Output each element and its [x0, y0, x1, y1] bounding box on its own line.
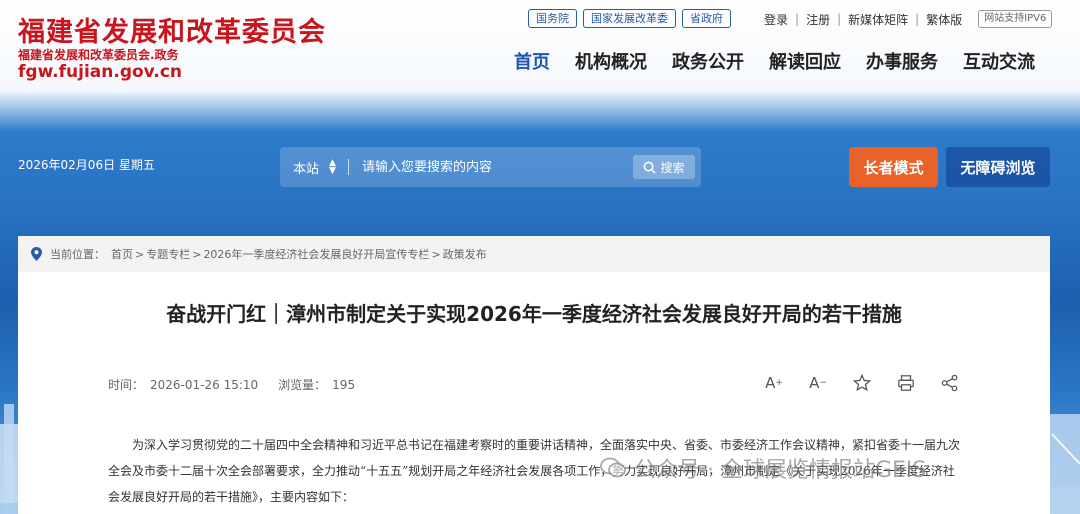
- sort-arrows-icon: ▲ ▼: [329, 158, 336, 176]
- site-logo-title[interactable]: 福建省发展和改革委员会: [18, 10, 326, 49]
- search-scope-label: 本站: [293, 161, 320, 177]
- utility-links: 登录 | 注册 | 新媒体矩阵 | 繁体版 网站支持IPV6: [764, 10, 1053, 28]
- breadcrumb-separator: >: [192, 247, 202, 261]
- register-link[interactable]: 注册: [806, 11, 830, 28]
- search-scope-select[interactable]: 本站 ▲ ▼: [293, 158, 336, 177]
- accessible-browse-button[interactable]: 无障碍浏览: [946, 147, 1050, 187]
- share-icon[interactable]: [939, 372, 961, 394]
- site-logo-subtitle: 福建省发展和改革委员会.政务: [18, 48, 179, 62]
- time-label: 时间：: [108, 378, 145, 392]
- views-label: 浏览量：: [278, 378, 327, 392]
- breadcrumb-home[interactable]: 首页: [111, 246, 133, 262]
- traditional-chinese-link[interactable]: 繁体版: [926, 11, 962, 28]
- banner-wave: [0, 92, 1080, 132]
- font-decrease-icon[interactable]: A −: [807, 372, 829, 394]
- views-value: 195: [332, 378, 356, 392]
- font-increase-icon[interactable]: A +: [763, 372, 785, 394]
- breadcrumb-special-topics[interactable]: 专题专栏: [146, 246, 190, 262]
- divider: |: [915, 12, 920, 26]
- nav-interpretation[interactable]: 解读回应: [769, 48, 841, 74]
- link-province-gov[interactable]: 省政府: [682, 9, 731, 28]
- wechat-icon: [600, 457, 626, 478]
- elder-mode-button[interactable]: 长者模式: [849, 147, 938, 187]
- location-pin-icon: [31, 247, 42, 261]
- login-link[interactable]: 登录: [764, 11, 788, 28]
- breadcrumb-q1-column[interactable]: 2026年一季度经济社会发展良好开局宣传专栏: [203, 246, 429, 262]
- article-meta: 时间： 2026-01-26 15:10 浏览量： 195: [108, 376, 355, 393]
- search-input[interactable]: [361, 159, 622, 175]
- breadcrumb-separator: >: [431, 247, 441, 261]
- link-state-council[interactable]: 国务院: [528, 9, 577, 28]
- time-value: 2026-01-26 15:10: [150, 378, 259, 392]
- nav-open-gov[interactable]: 政务公开: [672, 48, 744, 74]
- search-bar: 本站 ▲▼ 搜索: [280, 147, 701, 187]
- site-header: 福建省发展和改革委员会 福建省发展和改革委员会.政务 fgw.fujian.go…: [0, 0, 1080, 92]
- top-links: 国务院 国家发展改革委 省政府: [528, 9, 731, 28]
- nav-interaction[interactable]: 互动交流: [963, 48, 1035, 74]
- site-domain: fgw.fujian.gov.cn: [18, 62, 183, 82]
- new-media-link[interactable]: 新媒体矩阵: [848, 11, 908, 28]
- ipv6-badge: 网站支持IPV6: [978, 10, 1053, 28]
- breadcrumb-label: 当前位置：: [50, 248, 105, 261]
- watermark-text: 公众号 · 全球展览情报站GEIS: [634, 458, 927, 483]
- article-tools: A + A −: [763, 372, 961, 394]
- view-count: 浏览量： 195: [278, 376, 355, 393]
- main-nav: 首页 机构概况 政务公开 解读回应 办事服务 互动交流: [514, 48, 1035, 74]
- nav-about[interactable]: 机构概况: [575, 48, 647, 74]
- search-button[interactable]: 搜索: [633, 155, 695, 179]
- wechat-watermark: 公众号 · 全球展览情报站GEIS: [600, 452, 926, 484]
- star-icon[interactable]: [851, 372, 873, 394]
- breadcrumb: 当前位置： 首页 > 专题专栏 > 2026年一季度经济社会发展良好开局宣传专栏…: [18, 236, 1050, 272]
- divider: |: [795, 12, 800, 26]
- search-divider: [347, 159, 349, 175]
- divider: |: [837, 12, 842, 26]
- breadcrumb-separator: >: [135, 247, 145, 261]
- nav-home[interactable]: 首页: [514, 48, 550, 74]
- breadcrumb-policy-release[interactable]: 政策发布: [443, 246, 487, 262]
- search-icon: [644, 161, 657, 174]
- search-button-label: 搜索: [660, 160, 685, 175]
- print-icon[interactable]: [895, 372, 917, 394]
- publish-time: 时间： 2026-01-26 15:10: [108, 376, 258, 393]
- article-title: 奋战开门红｜漳州市制定关于实现2026年一季度经济社会发展良好开局的若干措施: [166, 302, 902, 326]
- nav-services[interactable]: 办事服务: [866, 48, 938, 74]
- link-ndrc[interactable]: 国家发展改革委: [583, 9, 676, 28]
- current-date: 2026年02月06日 星期五: [18, 158, 155, 172]
